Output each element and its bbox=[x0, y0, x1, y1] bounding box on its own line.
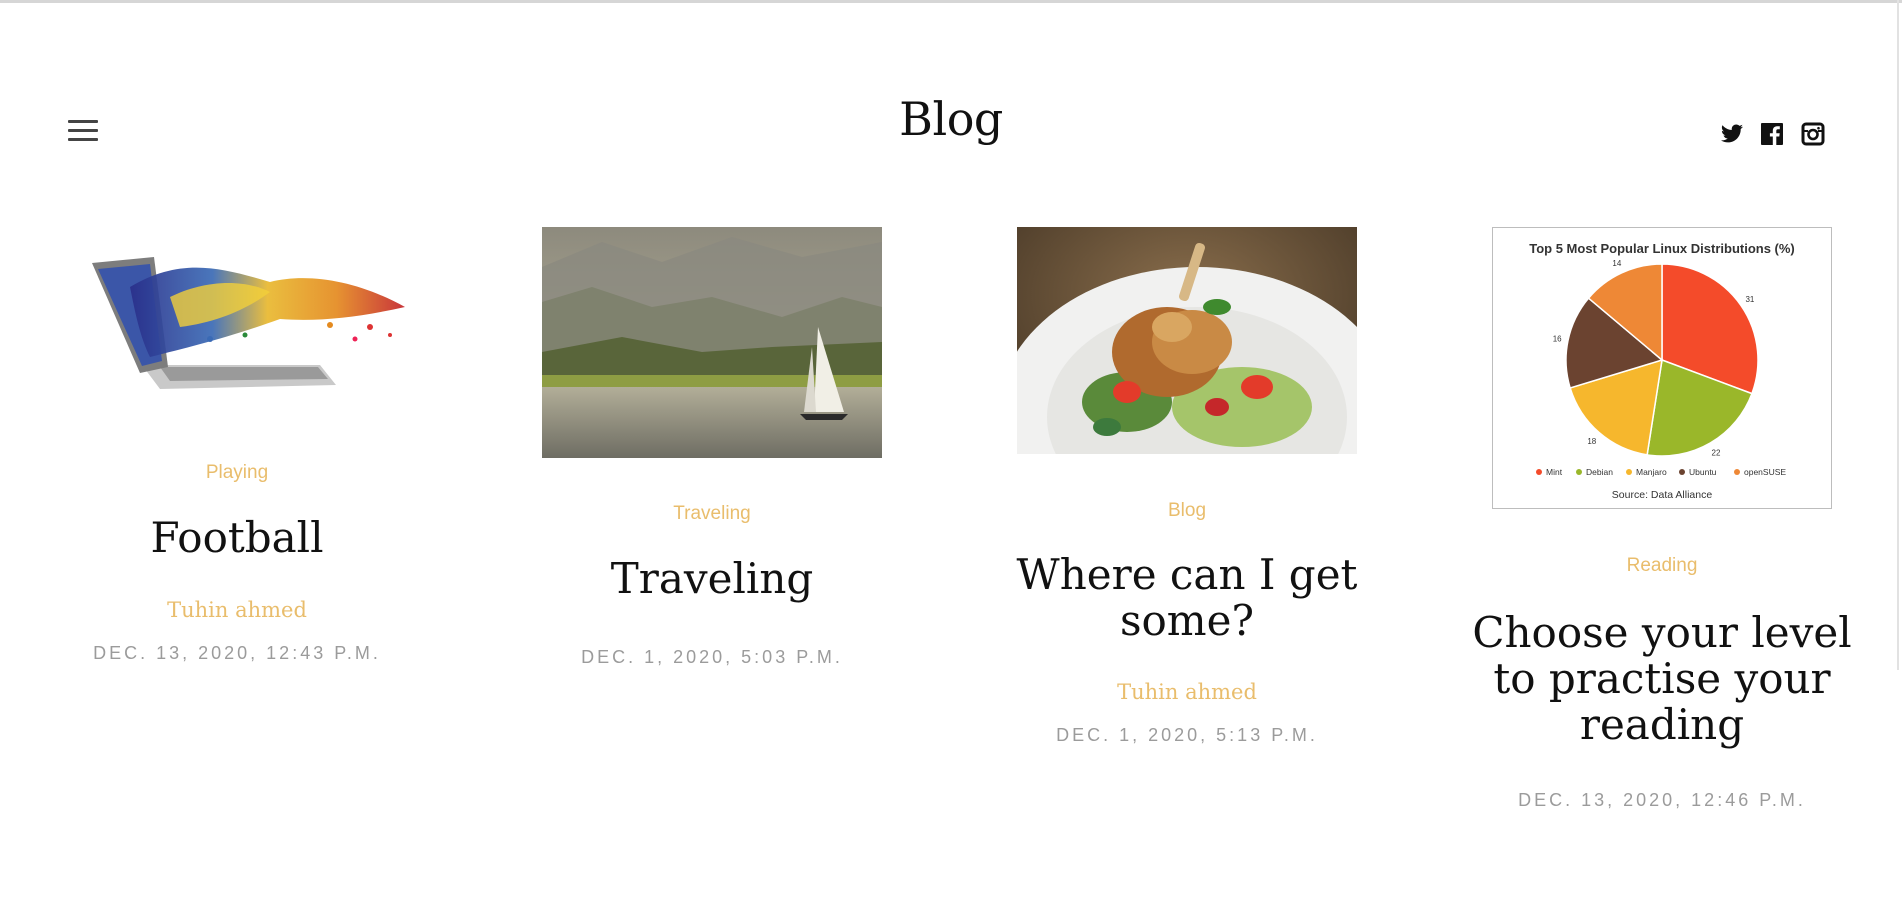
legend-item-opensuse: openSUSE bbox=[1734, 467, 1786, 477]
post-title[interactable]: Where can I get some? bbox=[1002, 552, 1372, 644]
legend-label: Debian bbox=[1586, 467, 1613, 477]
post-author[interactable]: Tuhin ahmed bbox=[972, 680, 1402, 704]
slice-value-label: 16 bbox=[1553, 335, 1562, 344]
legend-label: Manjaro bbox=[1636, 467, 1667, 477]
legend-marker bbox=[1679, 469, 1685, 475]
post-category[interactable]: Reading bbox=[1447, 555, 1877, 577]
post-thumbnail[interactable] bbox=[542, 227, 882, 458]
slice-value-label: 18 bbox=[1587, 437, 1596, 446]
post-author[interactable]: Tuhin ahmed bbox=[22, 598, 452, 622]
legend-item-debian: Debian bbox=[1576, 467, 1613, 477]
post-card[interactable]: Blog Where can I get some? Tuhin ahmed D… bbox=[972, 0, 1402, 906]
post-thumbnail[interactable]: Top 5 Most Popular Linux Distributions (… bbox=[1492, 227, 1832, 509]
pie-chart: Top 5 Most Popular Linux Distributions (… bbox=[1529, 241, 1795, 501]
legend-marker bbox=[1536, 469, 1542, 475]
chart-title: Top 5 Most Popular Linux Distributions (… bbox=[1529, 241, 1795, 256]
legend-label: Ubuntu bbox=[1689, 467, 1717, 477]
post-date: DEC. 13, 2020, 12:43 P.M. bbox=[93, 643, 381, 663]
post-category[interactable]: Blog bbox=[972, 500, 1402, 522]
legend-marker bbox=[1626, 469, 1632, 475]
post-card[interactable]: Playing Football Tuhin ahmed DEC. 13, 20… bbox=[22, 0, 452, 906]
post-card[interactable]: Traveling Traveling DEC. 1, 2020, 5:03 P… bbox=[497, 0, 927, 906]
post-date: DEC. 13, 2020, 12:46 P.M. bbox=[1518, 790, 1806, 810]
legend-item-mint: Mint bbox=[1536, 467, 1563, 477]
post-thumbnail[interactable] bbox=[1017, 227, 1357, 454]
legend-label: Mint bbox=[1546, 467, 1563, 477]
post-date: DEC. 1, 2020, 5:13 P.M. bbox=[1056, 725, 1318, 745]
post-card[interactable]: Top 5 Most Popular Linux Distributions (… bbox=[1447, 0, 1877, 906]
slice-value-label: 14 bbox=[1612, 259, 1621, 268]
slice-value-label: 31 bbox=[1745, 295, 1754, 304]
post-title[interactable]: Traveling bbox=[497, 556, 927, 602]
legend-label: openSUSE bbox=[1744, 467, 1786, 477]
slice-value-label: 22 bbox=[1712, 448, 1721, 457]
post-category[interactable]: Playing bbox=[22, 462, 452, 484]
post-date: DEC. 1, 2020, 5:03 P.M. bbox=[581, 647, 843, 667]
legend-item-ubuntu: Ubuntu bbox=[1679, 467, 1717, 477]
post-title[interactable]: Choose your level to practise your readi… bbox=[1447, 610, 1877, 748]
post-thumbnail[interactable] bbox=[70, 227, 430, 407]
legend-marker bbox=[1576, 469, 1582, 475]
post-category[interactable]: Traveling bbox=[497, 503, 927, 525]
legend-item-manjaro: Manjaro bbox=[1626, 467, 1667, 477]
post-title[interactable]: Football bbox=[22, 515, 452, 561]
chart-source: Source: Data Alliance bbox=[1612, 489, 1713, 501]
legend-marker bbox=[1734, 469, 1740, 475]
